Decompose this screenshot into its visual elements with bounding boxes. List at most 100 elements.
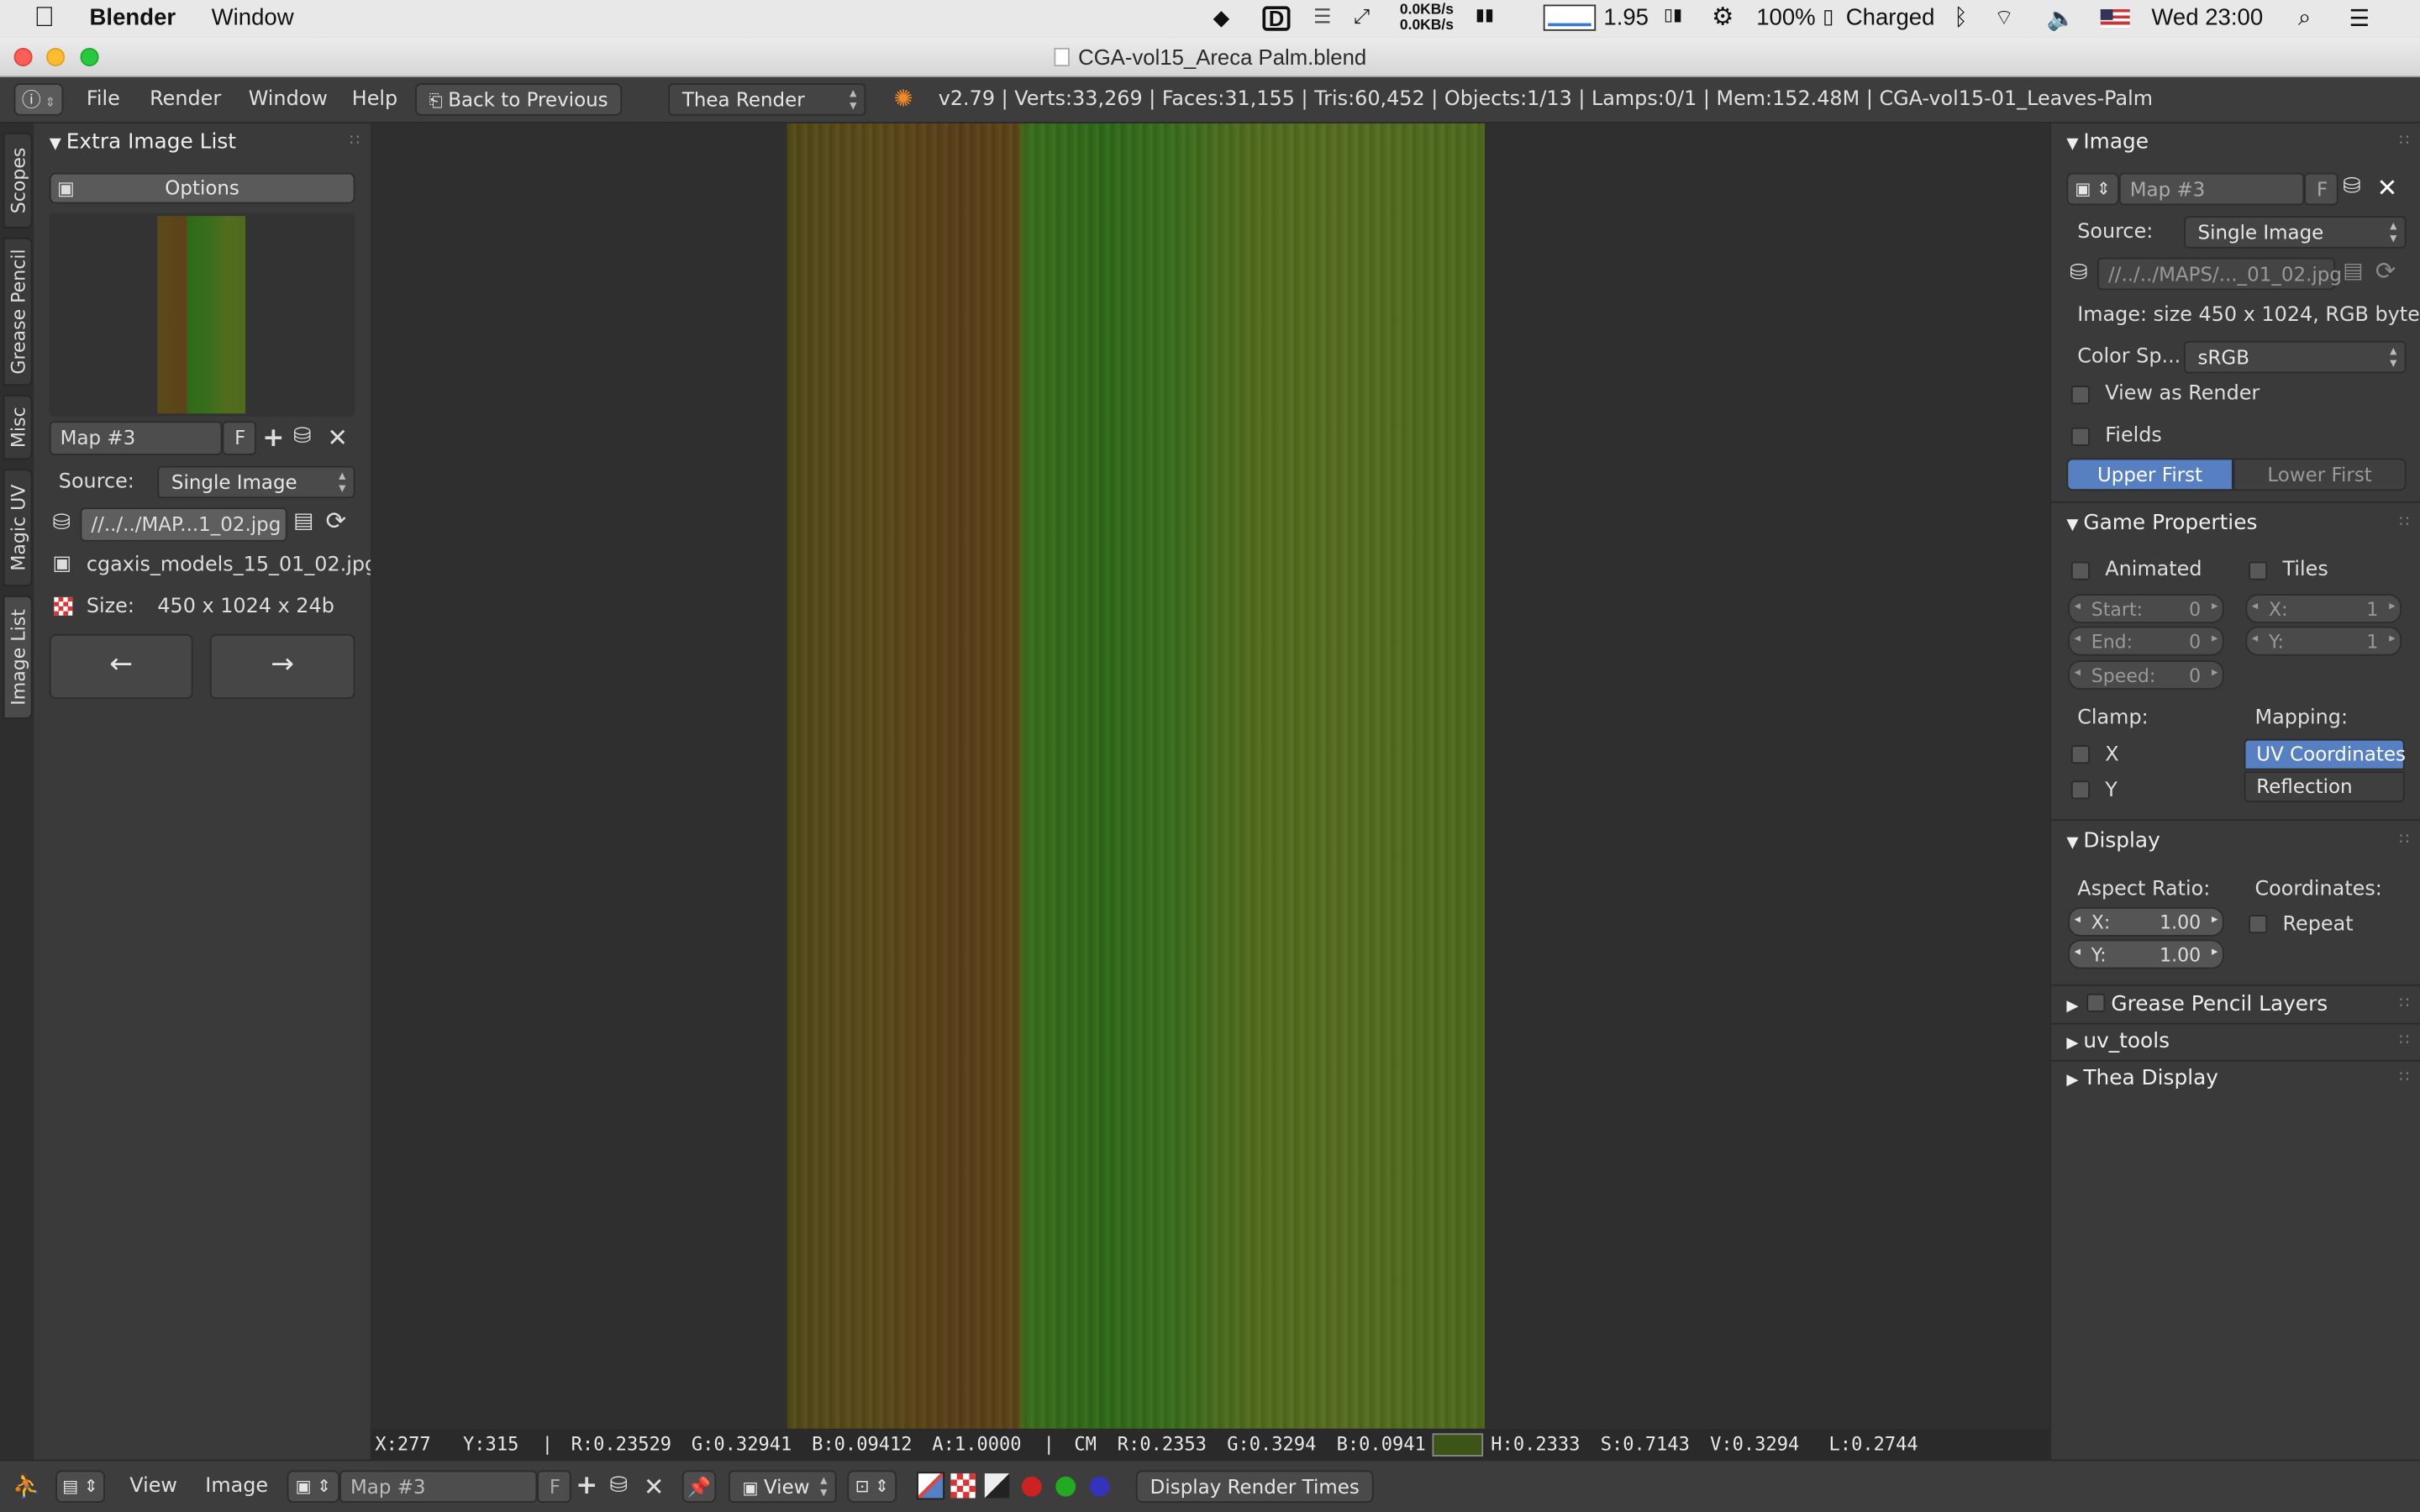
panel-grip-icon[interactable]: ∷	[350, 133, 360, 150]
start-field[interactable]: ◂ Start: 0 ▸	[2068, 594, 2224, 624]
panel-grip-icon[interactable]: ∷	[2399, 832, 2409, 848]
open-image-icon[interactable]: ⛁	[2343, 175, 2361, 199]
clock[interactable]: Wed 23:00	[2151, 5, 2263, 31]
menu-file[interactable]: File	[87, 88, 120, 112]
displayed-texture[interactable]	[786, 123, 1485, 1429]
source-dropdown[interactable]: Single Image ▴ ▾	[2183, 216, 2407, 249]
filepath-field[interactable]: //../../MAPS/..._01_02.jpg	[2097, 257, 2342, 291]
render-engine-dropdown[interactable]: Thea Render ▴ ▾	[668, 83, 866, 116]
tiles-y-field[interactable]: ◂ Y: 1 ▸	[2245, 626, 2402, 656]
reload-icon[interactable]: ⟳	[2375, 256, 2396, 286]
fields-checkbox[interactable]	[2070, 427, 2090, 446]
panel-title-extra-image-list[interactable]: ▼ Extra Image List	[50, 129, 236, 154]
image-browse-button[interactable]: ▣ ⇕	[287, 1470, 340, 1503]
gear-icon[interactable]: ⚙	[1712, 2, 1733, 33]
lower-first-button[interactable]: Lower First	[2233, 458, 2407, 491]
menu-extras-icon[interactable]: ☰	[1313, 5, 1331, 29]
previous-image-button[interactable]: ←	[49, 633, 193, 700]
fake-user-toggle[interactable]: F	[2304, 172, 2338, 206]
speed-field[interactable]: ◂ Speed: 0 ▸	[2068, 660, 2224, 690]
panel-title-grease-pencil-layers[interactable]: ▶ Grease Pencil Layers	[2066, 992, 2328, 1016]
bluetooth-icon[interactable]: ᛒ	[1954, 5, 1968, 31]
accessibility-icon[interactable]: ⛹	[13, 1472, 41, 1499]
dropbox-icon[interactable]: ◆	[1213, 5, 1230, 31]
new-image-icon[interactable]: +	[576, 1470, 597, 1501]
panel-title-uv-tools[interactable]: ▶ uv_tools	[2066, 1029, 2170, 1053]
maximize-window-icon[interactable]	[80, 47, 99, 66]
image-thumbnail[interactable]	[157, 216, 246, 414]
panel-title-game-properties[interactable]: ▼ Game Properties	[2066, 511, 2257, 535]
grease-pencil-layers-checkbox[interactable]	[2086, 993, 2106, 1012]
reflection-option[interactable]: Reflection	[2244, 771, 2405, 803]
image-name-field[interactable]: Map #3	[339, 1470, 538, 1503]
draw-channels-color-icon[interactable]	[917, 1472, 945, 1500]
clamp-y-checkbox[interactable]	[2070, 780, 2090, 800]
repeat-checkbox[interactable]	[2249, 915, 2268, 934]
browse-folder-icon[interactable]: ▤	[2343, 260, 2363, 284]
draw-channels-alpha-icon[interactable]	[950, 1473, 976, 1499]
unlink-image-icon[interactable]: ✕	[2377, 173, 2398, 202]
apple-logo-icon[interactable]: 	[34, 2, 55, 34]
close-window-icon[interactable]	[13, 47, 33, 66]
tab-magic-uv[interactable]: Magic UV	[3, 469, 33, 586]
battery-icon[interactable]: ▯	[1823, 5, 1833, 29]
us-flag-icon[interactable]	[2100, 9, 2130, 29]
tab-image-list[interactable]: Image List	[3, 595, 33, 719]
unlink-image-icon[interactable]: ✕	[644, 1472, 665, 1501]
animated-checkbox[interactable]	[2070, 561, 2090, 580]
upper-first-button[interactable]: Upper First	[2066, 458, 2233, 491]
draw-channels-z-icon[interactable]	[984, 1473, 1010, 1499]
source-dropdown[interactable]: Single Image ▴ ▾	[157, 465, 355, 499]
aspect-x-field[interactable]: ◂ X: 1.00 ▸	[2068, 907, 2224, 937]
wifi-icon[interactable]: ⌔	[1994, 5, 2014, 33]
uv-coordinates-option[interactable]: UV Coordinates	[2244, 738, 2406, 770]
panel-title-display[interactable]: ▼ Display	[2066, 828, 2160, 853]
end-field[interactable]: ◂ End: 0 ▸	[2068, 626, 2224, 656]
volume-icon[interactable]: 🔈	[2047, 5, 2075, 32]
back-to-previous-button[interactable]: ⎗ Back to Previous	[415, 83, 623, 116]
fake-user-toggle[interactable]: F	[537, 1470, 571, 1503]
image-name-field[interactable]: Map #3	[2118, 172, 2305, 206]
panel-grip-icon[interactable]: ∷	[2399, 1032, 2409, 1049]
pivot-dropdown[interactable]: ⊡ ⇕	[847, 1470, 897, 1503]
new-image-icon[interactable]: +	[262, 423, 284, 454]
options-button[interactable]: ▣ Options	[49, 172, 355, 204]
menu-view[interactable]: View	[129, 1475, 177, 1499]
menu-render[interactable]: Render	[150, 88, 221, 112]
tiles-x-field[interactable]: ◂ X: 1 ▸	[2245, 594, 2402, 624]
next-image-button[interactable]: →	[209, 633, 355, 700]
pin-image-button[interactable]: 📌	[681, 1470, 717, 1503]
editor-type-button[interactable]: ▤ ⇕	[55, 1470, 105, 1503]
browse-folder-icon[interactable]: ▤	[293, 509, 313, 533]
blue-channel-icon[interactable]	[1089, 1476, 1110, 1497]
tab-misc[interactable]: Misc	[3, 395, 33, 460]
resize-icon[interactable]: ⤢	[1354, 5, 1370, 29]
d-app-icon[interactable]: D	[1262, 6, 1291, 31]
open-image-icon[interactable]: ⛁	[610, 1473, 629, 1498]
filepath-field[interactable]: //../../MAP...1_02.jpg	[80, 507, 287, 542]
green-channel-icon[interactable]	[1055, 1476, 1076, 1497]
minimize-window-icon[interactable]	[46, 47, 66, 66]
panel-title-thea-display[interactable]: ▶ Thea Display	[2066, 1066, 2218, 1090]
fake-user-toggle[interactable]: F	[222, 421, 256, 455]
unlink-image-icon[interactable]: ✕	[327, 423, 348, 452]
tiles-checkbox[interactable]	[2249, 561, 2268, 580]
image-name-field[interactable]: Map #3	[49, 421, 223, 455]
tab-grease-pencil[interactable]: Grease Pencil	[3, 237, 33, 386]
panel-grip-icon[interactable]: ∷	[2399, 995, 2409, 1012]
panel-grip-icon[interactable]: ∷	[2399, 514, 2409, 531]
color-space-dropdown[interactable]: sRGB ▴ ▾	[2183, 340, 2407, 374]
panel-title-image[interactable]: ▼ Image	[2066, 129, 2149, 154]
display-render-times-button[interactable]: Display Render Times	[1135, 1470, 1374, 1503]
editor-type-button[interactable]: ⓘ ⇕	[13, 83, 64, 116]
view-as-render-checkbox[interactable]	[2070, 386, 2090, 405]
panel-grip-icon[interactable]: ∷	[2399, 133, 2409, 150]
app-menu-blender[interactable]: Blender	[90, 5, 176, 31]
spotlight-search-icon[interactable]: ⌕	[2298, 5, 2311, 31]
menu-image[interactable]: Image	[205, 1475, 268, 1499]
aspect-y-field[interactable]: ◂ Y: 1.00 ▸	[2068, 939, 2224, 969]
menu-window-blender[interactable]: Window	[249, 88, 328, 112]
reload-icon[interactable]: ⟳	[326, 506, 347, 535]
red-channel-icon[interactable]	[1021, 1476, 1042, 1497]
image-editor-viewport[interactable]	[370, 123, 2050, 1429]
